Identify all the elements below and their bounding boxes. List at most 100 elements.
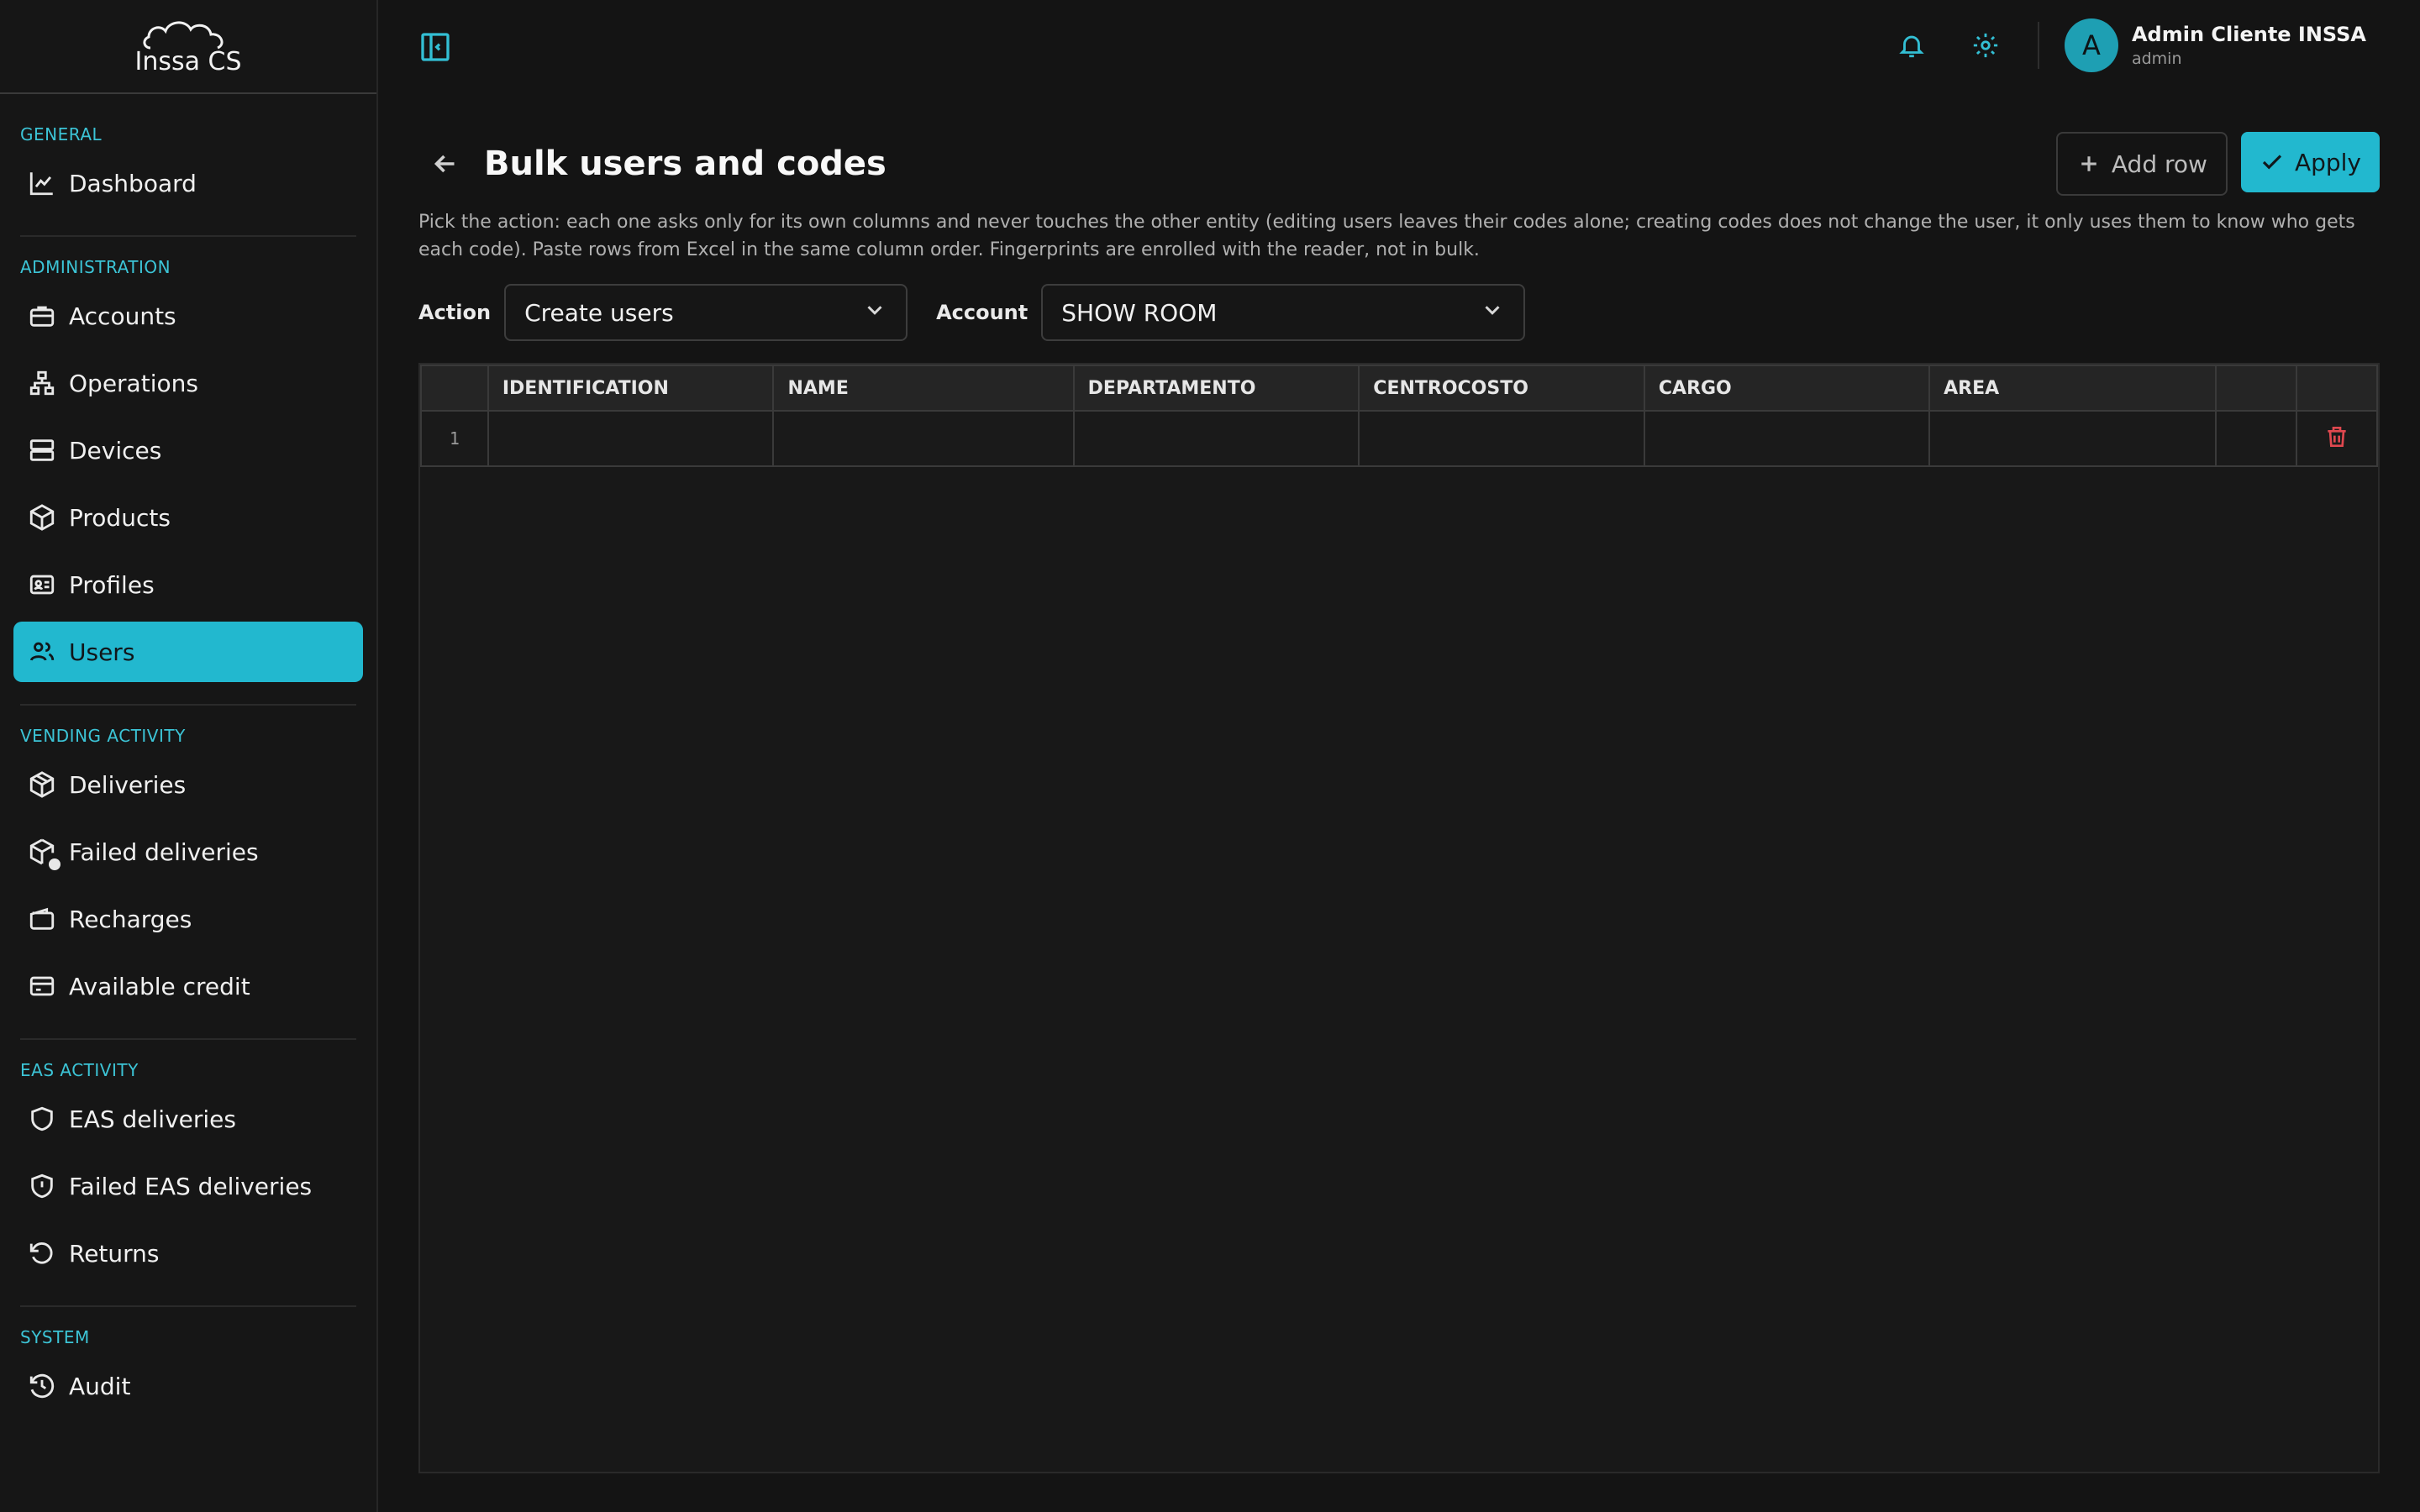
package-alert-icon [25,835,60,870]
sidebar-item-available-credit[interactable]: Available credit [13,956,363,1016]
table-cell[interactable] [1358,410,1645,467]
chevron-down-icon [1480,297,1505,328]
chevron-down-icon [862,297,887,328]
user-info[interactable]: Admin Cliente INSSA admin [2132,23,2366,68]
sidebar-item-profiles[interactable]: Profiles [13,554,363,615]
apply-button[interactable]: Apply [2240,132,2380,192]
apply-label: Apply [2294,148,2361,176]
divider [20,704,356,706]
column-header[interactable]: NAME [772,365,1075,412]
row-number-header [420,365,489,412]
table-cell[interactable] [1928,410,2217,467]
table-cell[interactable] [772,410,1075,467]
header-actions: Add row Apply [2055,132,2380,196]
row-number: 1 [420,410,489,467]
table-header-row: IDENTIFICATION NAME DEPARTAMENTO CENTROC… [420,365,2378,412]
topbar-actions: A Admin Cliente INSSA admin [1858,18,2366,72]
user-name: Admin Cliente INSSA [2131,23,2366,46]
svg-text:Inssa CS: Inssa CS [134,47,241,76]
column-header[interactable]: IDENTIFICATION [487,365,775,412]
sidebar-toggle-icon[interactable] [418,30,452,64]
sidebar-item-label: Devices [69,436,162,465]
id-card-icon [25,568,59,601]
account-label: Account [936,301,1028,324]
sidebar-item-returns[interactable]: Returns [13,1223,363,1284]
sidebar-item-label: Operations [69,369,198,397]
sidebar-item-label: Available credit [69,972,250,1000]
table-cell[interactable] [487,410,775,467]
actions-column-header [2296,365,2378,412]
sidebar-item-label: Products [69,503,171,532]
sidebar-item-operations[interactable]: Operations [13,353,363,413]
action-label: Action [418,301,492,324]
sidebar-item-eas-deliveries[interactable]: EAS deliveries [13,1089,363,1149]
table-cell[interactable] [1643,410,1931,467]
gear-icon[interactable] [1965,25,2006,66]
sidebar-item-label: Failed deliveries [69,837,259,866]
delete-row-button[interactable] [2296,410,2378,467]
back-arrow-icon[interactable] [418,137,472,191]
user-role: admin [2131,50,2182,68]
trash-icon [2328,427,2346,447]
shield-icon [25,1102,59,1136]
bulk-data-grid: IDENTIFICATION NAME DEPARTAMENTO CENTROC… [418,363,2380,1473]
account-select[interactable]: SHOW ROOM [1041,284,1526,341]
sidebar-item-failed-deliveries[interactable]: Failed deliveries [13,822,363,882]
sidebar-item-failed-eas-deliveries[interactable]: Failed EAS deliveries [13,1156,363,1216]
history-icon [25,1369,59,1403]
sidebar-item-devices[interactable]: Devices [13,420,363,480]
sidebar-item-recharges[interactable]: Recharges [13,889,363,949]
users-icon [25,635,59,669]
wallet-icon [25,902,59,936]
divider [20,1305,356,1307]
sidebar-item-label: Returns [69,1239,160,1268]
sidebar-item-accounts[interactable]: Accounts [13,286,363,346]
page-description: Pick the action: each one asks only for … [418,212,2355,260]
table-cell[interactable] [1072,410,1360,467]
sidebar-item-label: Recharges [69,905,192,933]
action-select-value: Create users [524,298,674,327]
sidebar-item-label: Profiles [69,570,155,599]
column-header[interactable]: CENTROCOSTO [1358,365,1645,412]
section-title-system: SYSTEM [20,1327,90,1347]
avatar[interactable]: A [2064,18,2118,72]
brand-logo[interactable]: Inssa CS [0,0,376,94]
filters-row: Action Create users Account SHOW ROOM [418,284,2380,341]
action-select[interactable]: Create users [504,284,908,341]
chart-line-icon [25,166,59,200]
page-title: Bulk users and codes [484,144,886,183]
package-icon [25,768,59,801]
page-header: Bulk users and codes Add row Apply [418,126,2380,202]
divider [20,1038,356,1040]
data-table: IDENTIFICATION NAME DEPARTAMENTO CENTROC… [420,365,2378,467]
cloud-logo-icon: Inssa CS [134,21,242,76]
section-title-administration: ADMINISTRATION [20,257,171,277]
column-header[interactable]: CARGO [1643,365,1931,412]
sidebar-item-label: Accounts [69,302,176,330]
sidebar-item-audit[interactable]: Audit [13,1356,363,1416]
table-cell [2215,410,2298,467]
column-header[interactable]: DEPARTAMENTO [1072,365,1360,412]
divider [20,235,356,237]
section-title-vending-activity: VENDING ACTIVITY [20,726,186,746]
sidebar-item-users[interactable]: Users [13,622,363,682]
account-select-value: SHOW ROOM [1061,298,1218,327]
sidebar: Inssa CS GENERAL Dashboard ADMINISTRATIO… [0,0,378,1512]
sidebar-item-products[interactable]: Products [13,487,363,548]
bell-icon[interactable] [1891,25,1932,66]
server-icon [25,433,59,467]
plus-icon [2081,156,2096,171]
sidebar-item-dashboard[interactable]: Dashboard [13,153,363,213]
sidebar-item-label: Deliveries [69,770,187,799]
sidebar-item-deliveries[interactable]: Deliveries [13,754,363,815]
sidebar-nav: GENERAL Dashboard ADMINISTRATION Account… [0,94,376,1416]
shield-alert-icon [25,1169,59,1203]
sidebar-item-label: Failed EAS deliveries [69,1172,313,1200]
column-header[interactable]: AREA [1928,365,2217,412]
check-icon [2262,155,2282,170]
network-icon [25,366,59,400]
add-row-button[interactable]: Add row [2055,132,2228,196]
credit-card-icon [25,969,59,1003]
topbar: A Admin Cliente INSSA admin [378,0,2420,94]
briefcase-icon [25,299,59,333]
